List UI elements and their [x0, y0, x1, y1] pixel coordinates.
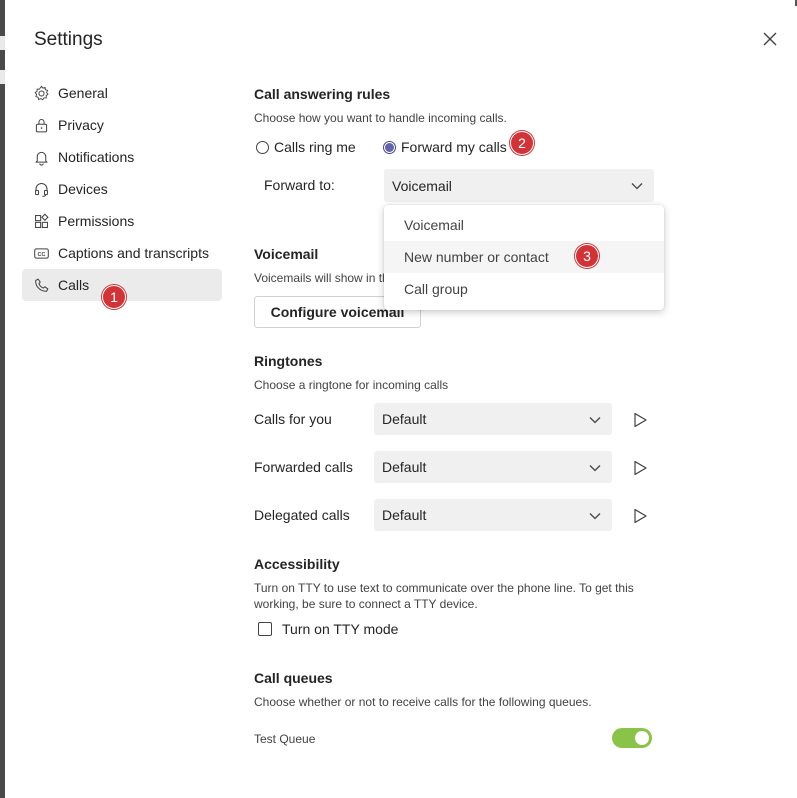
- apps-icon: [32, 212, 50, 230]
- select-value: Default: [382, 507, 427, 523]
- sidebar-item-label: Notifications: [58, 149, 135, 165]
- radio-calls-ring-me[interactable]: Calls ring me: [256, 139, 356, 155]
- chevron-down-icon: [589, 417, 601, 424]
- lock-icon: [32, 116, 50, 134]
- sidebar-item-general[interactable]: General: [22, 77, 222, 109]
- gear-icon: [32, 84, 50, 102]
- radio-circle: [256, 140, 269, 154]
- accessibility-heading: Accessibility: [254, 556, 340, 572]
- close-icon[interactable]: [761, 30, 779, 48]
- dropdown-option-voicemail[interactable]: Voicemail: [384, 209, 664, 241]
- queue-toggle[interactable]: [612, 728, 652, 748]
- sidebar-item-label: General: [58, 85, 108, 101]
- sidebar-item-label: Devices: [58, 181, 108, 197]
- accessibility-description-line1: Turn on TTY to use text to communicate o…: [254, 581, 634, 595]
- sidebar-item-label: Permissions: [58, 213, 135, 229]
- play-icon[interactable]: [632, 460, 648, 476]
- dropdown-option-new-number[interactable]: New number or contact: [384, 241, 664, 273]
- phone-icon: [32, 276, 50, 294]
- forward-to-label: Forward to:: [264, 177, 335, 193]
- radio-label: Forward my calls: [401, 139, 507, 155]
- call-answering-heading: Call answering rules: [254, 86, 391, 102]
- ringtones-heading: Ringtones: [254, 353, 323, 369]
- checkbox-label: Turn on TTY mode: [282, 621, 399, 637]
- forward-to-select[interactable]: Voicemail: [384, 169, 654, 202]
- sidebar-item-privacy[interactable]: Privacy: [22, 109, 222, 141]
- tty-mode-checkbox[interactable]: Turn on TTY mode: [258, 621, 398, 637]
- checkbox-box: [258, 622, 272, 636]
- step-badge-3: 3: [575, 244, 599, 268]
- sidebar-item-label: Privacy: [58, 117, 104, 133]
- sidebar-item-label: Captions and transcripts: [58, 245, 209, 261]
- headset-icon: [32, 180, 50, 198]
- radio-label: Calls ring me: [274, 139, 356, 155]
- queue-name: Test Queue: [254, 732, 316, 746]
- ringtone-label-delegated-calls: Delegated calls: [254, 507, 350, 523]
- svg-text:CC: CC: [37, 252, 45, 258]
- call-queues-heading: Call queues: [254, 670, 333, 686]
- accessibility-description-line2: working, be sure to connect a TTY device…: [254, 597, 478, 611]
- forward-to-dropdown-menu: Voicemail New number or contact Call gro…: [384, 205, 664, 310]
- ringtone-select-forwarded-calls[interactable]: Default: [374, 451, 612, 483]
- voicemail-description: Voicemails will show in th: [254, 271, 389, 285]
- settings-sidebar: General Privacy Notifications Devices Pe…: [22, 77, 222, 301]
- sidebar-item-captions[interactable]: CC Captions and transcripts: [22, 237, 222, 269]
- bell-icon: [32, 148, 50, 166]
- dialog-title: Settings: [34, 29, 103, 50]
- ringtone-select-calls-for-you[interactable]: Default: [374, 403, 612, 435]
- radio-forward-my-calls[interactable]: Forward my calls: [383, 139, 507, 155]
- select-value: Voicemail: [392, 177, 452, 194]
- dropdown-option-label: New number or contact: [404, 249, 549, 265]
- call-queues-description: Choose whether or not to receive calls f…: [254, 695, 592, 709]
- window-edge-notch: [0, 70, 5, 84]
- select-value: Default: [382, 459, 427, 475]
- ringtone-select-delegated-calls[interactable]: Default: [374, 499, 612, 531]
- play-icon[interactable]: [632, 508, 648, 524]
- dropdown-option-call-group[interactable]: Call group: [384, 273, 664, 305]
- sidebar-item-devices[interactable]: Devices: [22, 173, 222, 205]
- toggle-knob: [635, 731, 649, 745]
- voicemail-heading: Voicemail: [254, 246, 319, 262]
- radio-circle-selected: [383, 140, 396, 154]
- sidebar-item-label: Calls: [58, 277, 90, 293]
- sidebar-item-permissions[interactable]: Permissions: [22, 205, 222, 237]
- window-edge-notch: [0, 36, 5, 50]
- ringtones-description: Choose a ringtone for incoming calls: [254, 378, 449, 392]
- sidebar-item-notifications[interactable]: Notifications: [22, 141, 222, 173]
- window-edge: [0, 0, 5, 798]
- ringtone-label-calls-for-you: Calls for you: [254, 411, 332, 427]
- select-value: Default: [382, 411, 427, 427]
- step-badge-2: 2: [510, 131, 534, 155]
- cc-icon: CC: [32, 244, 50, 262]
- call-answering-description: Choose how you want to handle incoming c…: [254, 111, 507, 125]
- play-icon[interactable]: [632, 412, 648, 428]
- chevron-down-icon: [631, 183, 643, 190]
- ringtone-label-forwarded-calls: Forwarded calls: [254, 459, 353, 475]
- chevron-down-icon: [589, 465, 601, 472]
- step-badge-1: 1: [102, 285, 126, 309]
- chevron-down-icon: [589, 513, 601, 520]
